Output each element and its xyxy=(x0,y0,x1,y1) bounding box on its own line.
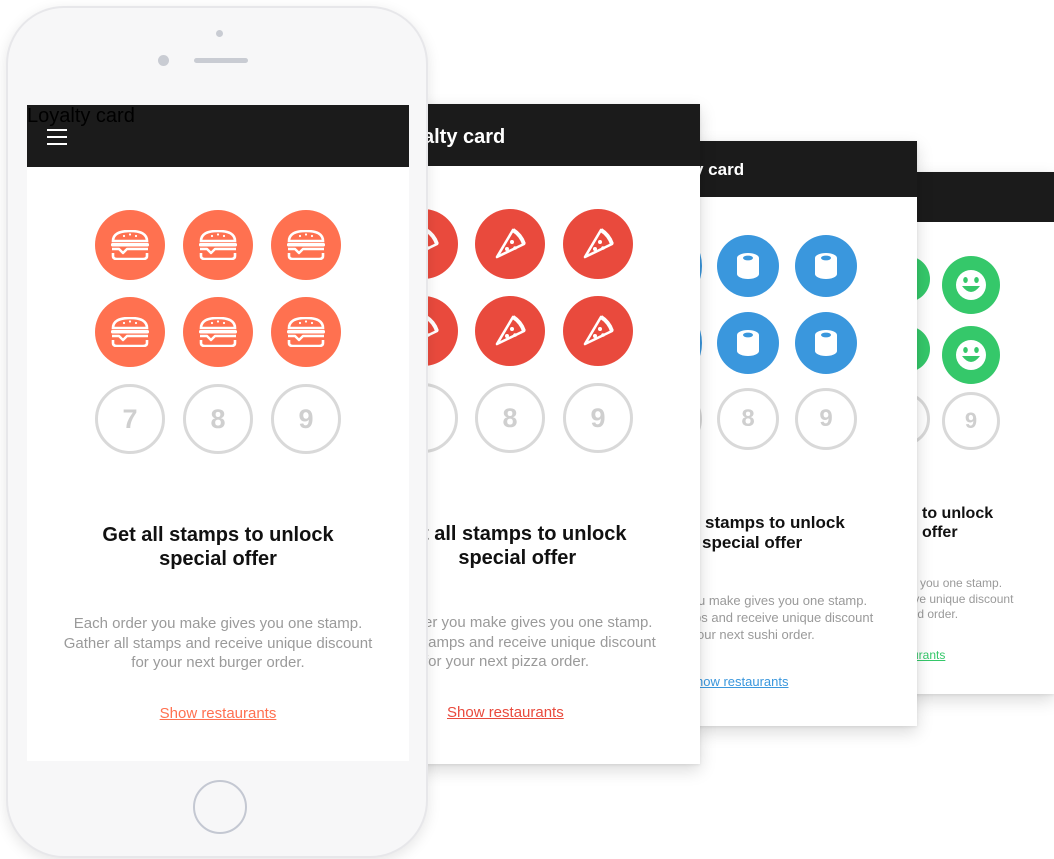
show-restaurants-link[interactable]: urants xyxy=(912,648,945,662)
stamp-number: 8 xyxy=(502,402,518,433)
app-bar: Loyalty card xyxy=(27,105,409,167)
stamp-empty: 8 xyxy=(183,384,253,454)
burger-icon xyxy=(287,230,325,260)
stamp-filled xyxy=(475,209,545,279)
stamp-filled xyxy=(95,210,165,280)
stamp-filled xyxy=(271,210,341,280)
smiley-icon xyxy=(956,270,986,300)
stamp-filled xyxy=(795,235,857,297)
page-title: alty card xyxy=(423,126,506,148)
page-title: Loyalty card xyxy=(27,105,135,127)
stamp-number: 7 xyxy=(122,403,138,434)
sushi-icon xyxy=(737,253,759,279)
description: es you one stamp. eive unique discount o… xyxy=(906,576,1014,622)
stamp-filled xyxy=(183,210,253,280)
stamp-filled xyxy=(271,297,341,367)
stamp-filled xyxy=(563,209,633,279)
stamp-filled xyxy=(942,326,1000,384)
stamp-number: 9 xyxy=(819,405,833,432)
sushi-icon xyxy=(815,330,837,356)
burger-icon xyxy=(111,317,149,347)
description: u make gives you one stamp. ps and recei… xyxy=(694,593,874,642)
home-button[interactable] xyxy=(193,780,247,834)
show-restaurants-link[interactable]: Show restaurants xyxy=(27,705,409,722)
headline: to unlock offer xyxy=(922,505,994,542)
stamp-number: 8 xyxy=(210,403,226,434)
app-bar: alty card xyxy=(410,104,700,166)
stamp-filled xyxy=(563,296,633,366)
pizza-icon xyxy=(495,315,526,346)
stamp-number: 9 xyxy=(590,402,606,433)
app-bar: y card xyxy=(692,141,917,197)
stamp-empty: 7 xyxy=(95,384,165,454)
phone-frame: Loyalty card 7 8 9 Get all stamps to unl… xyxy=(6,6,428,858)
smiley-icon xyxy=(956,340,986,370)
hamburger-menu-icon[interactable] xyxy=(47,129,67,145)
stamp-empty: 8 xyxy=(717,388,779,450)
sushi-icon xyxy=(737,330,759,356)
stamp-number: 8 xyxy=(741,405,755,432)
page-title: y card xyxy=(694,160,745,179)
description: Each order you make gives you one stamp.… xyxy=(63,615,373,671)
burger-icon xyxy=(287,317,325,347)
stamp-empty: 8 xyxy=(475,383,545,453)
stamp-filled xyxy=(942,256,1000,314)
stamp-filled xyxy=(717,235,779,297)
front-camera xyxy=(158,55,169,66)
show-restaurants-link[interactable]: Show restaurants xyxy=(447,704,564,721)
headline: t all stamps to unlock special offer xyxy=(422,523,627,569)
headline: Get all stamps to unlock special offer xyxy=(102,524,334,570)
loyalty-card-burger: Loyalty card 7 8 9 Get all stamps to unl… xyxy=(27,105,409,761)
stamp-filled xyxy=(475,296,545,366)
burger-icon xyxy=(199,230,237,260)
loyalty-card-pizza: alty card 8 9 t all stamps to unlock spe… xyxy=(410,104,700,764)
sushi-icon xyxy=(815,253,837,279)
earpiece-speaker xyxy=(194,58,248,63)
proximity-sensor xyxy=(216,30,223,37)
stamp-empty: 9 xyxy=(795,388,857,450)
show-restaurants-link[interactable]: how restaurants xyxy=(696,674,789,689)
loyalty-card-food: 9 to unlock offer es you one stamp. eive… xyxy=(906,172,1054,694)
pizza-icon xyxy=(583,228,614,259)
app-bar xyxy=(906,172,1054,222)
description: er you make gives you one stamp. tamps a… xyxy=(424,614,656,670)
stamp-filled xyxy=(795,312,857,374)
stamp-number: 9 xyxy=(298,403,314,434)
stamp-empty: 9 xyxy=(271,384,341,454)
pizza-icon xyxy=(583,315,614,346)
loyalty-card-sushi: y card 8 9 stamps to unlock special offe… xyxy=(692,141,917,726)
pizza-icon xyxy=(495,228,526,259)
headline: stamps to unlock special offer xyxy=(702,513,845,553)
stamp-filled xyxy=(717,312,779,374)
stamp-filled xyxy=(183,297,253,367)
burger-icon xyxy=(199,317,237,347)
stamp-filled xyxy=(95,297,165,367)
burger-icon xyxy=(111,230,149,260)
stamp-empty: 9 xyxy=(942,392,1000,450)
stamp-number: 9 xyxy=(964,408,978,433)
stamp-empty: 9 xyxy=(563,383,633,453)
